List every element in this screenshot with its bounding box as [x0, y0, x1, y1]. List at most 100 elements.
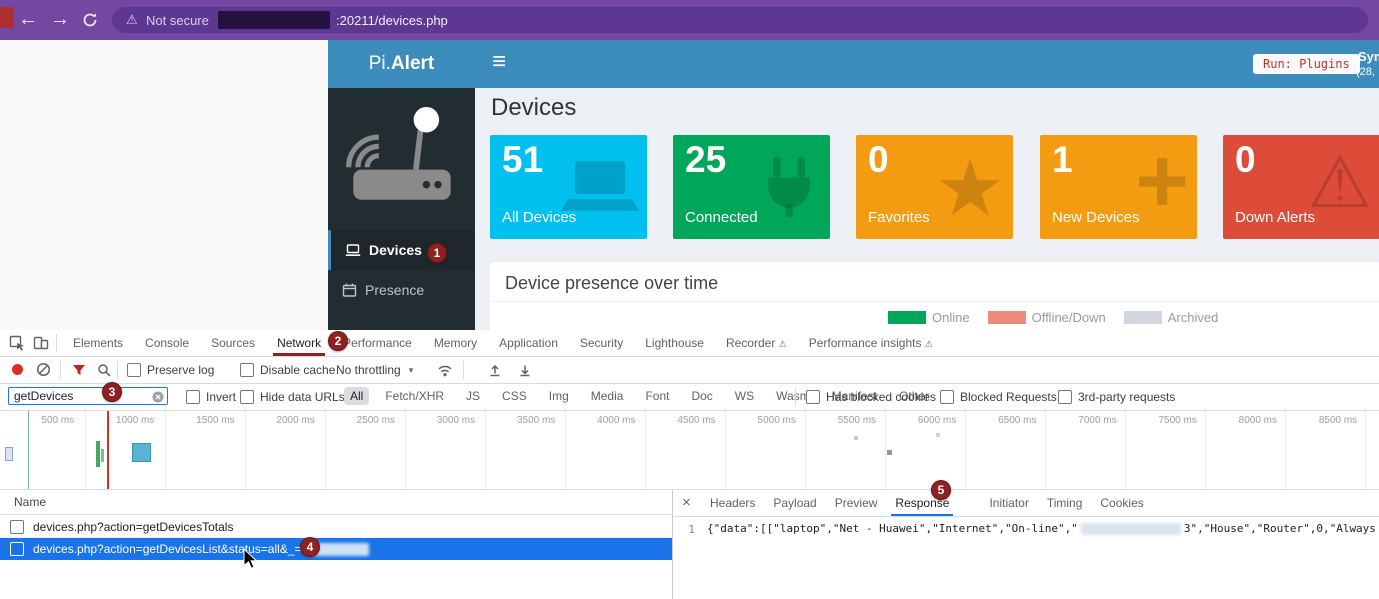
import-har-button[interactable]: [518, 363, 532, 382]
tab-lighthouse[interactable]: Lighthouse: [634, 330, 715, 356]
response-content-line: {"data":[["laptop","Net - Huawei","Inter…: [707, 522, 1379, 535]
hamburger-menu-icon[interactable]: ≡: [492, 48, 506, 76]
tab-performance-insights[interactable]: Performance insights ⚠: [798, 330, 944, 356]
tab-timing[interactable]: Timing: [1038, 490, 1092, 516]
tab-cookies[interactable]: Cookies: [1091, 490, 1152, 516]
tab-network[interactable]: Network: [266, 330, 332, 356]
stat-value: 0: [868, 139, 889, 181]
type-filter-js[interactable]: JS: [460, 387, 486, 405]
redacted-response-value: [1081, 523, 1181, 535]
timeline-activity-dot: [936, 433, 940, 437]
sidebar-item-devices[interactable]: Devices: [328, 230, 475, 270]
not-secure-icon: ⚠: [126, 12, 138, 28]
disable-cache-checkbox[interactable]: Disable cache: [240, 363, 335, 377]
warning-icon: ⚠: [1307, 147, 1372, 219]
tab-console[interactable]: Console: [134, 330, 200, 356]
load-event-line: [107, 411, 109, 489]
timeline-label: 4000 ms: [561, 415, 641, 426]
tab-memory[interactable]: Memory: [423, 330, 488, 356]
response-viewer: 1 {"data":[["laptop","Net - Huawei","Int…: [673, 517, 1379, 599]
inspect-icon: [9, 335, 25, 351]
legend-swatch: [1124, 311, 1162, 324]
annotation-step-5: 5: [931, 480, 951, 500]
line-number: 1: [673, 523, 695, 536]
sidebar-item-presence[interactable]: Presence: [328, 270, 475, 310]
type-filter-media[interactable]: Media: [585, 387, 630, 405]
stat-card-favorites[interactable]: 0 Favorites ★: [856, 135, 1013, 239]
tab-application[interactable]: Application: [488, 330, 569, 356]
tab-sources[interactable]: Sources: [200, 330, 266, 356]
checkbox-box: [806, 390, 820, 404]
clear-icon: [36, 362, 51, 377]
type-filter-img[interactable]: Img: [543, 387, 575, 405]
screenshot-root: ← → ⚠ Not secure :20211/devices.php Pi.A…: [0, 0, 1379, 599]
preserve-log-checkbox[interactable]: Preserve log: [127, 363, 214, 377]
clear-input-icon: [152, 391, 164, 403]
network-overview-timeline[interactable]: 500 ms 1000 ms 1500 ms 2000 ms 2500 ms 3…: [0, 411, 1379, 490]
clear-button[interactable]: [36, 362, 51, 382]
detail-tabs: Headers Payload Preview Response Initiat…: [701, 490, 1153, 516]
type-filter-font[interactable]: Font: [639, 387, 675, 405]
tab-initiator[interactable]: Initiator: [980, 490, 1037, 516]
refresh-button[interactable]: [82, 12, 98, 33]
network-conditions-button[interactable]: [437, 363, 453, 382]
tab-security[interactable]: Security: [569, 330, 634, 356]
type-filter-fetch-xhr[interactable]: Fetch/XHR: [379, 387, 450, 405]
type-filter-all[interactable]: All: [344, 387, 369, 405]
blocked-requests-checkbox[interactable]: Blocked Requests: [940, 390, 1057, 404]
selected-tab-underline: [891, 514, 953, 516]
filter-toggle-button[interactable]: [72, 363, 86, 382]
divider: [60, 361, 61, 379]
router-logo-icon: [344, 100, 460, 221]
stat-label: Connected: [685, 209, 758, 226]
timeline-label: 5000 ms: [722, 415, 802, 426]
address-bar[interactable]: ⚠ Not secure :20211/devices.php: [112, 7, 1368, 33]
block-request-checkbox[interactable]: [10, 520, 24, 534]
inspect-element-button[interactable]: [9, 335, 25, 356]
close-pane-button[interactable]: ×: [682, 494, 691, 511]
page-title: Devices: [491, 94, 576, 122]
stat-value: 51: [502, 139, 543, 181]
back-button[interactable]: ←: [18, 9, 38, 29]
tab-recorder[interactable]: Recorder ⚠: [715, 330, 798, 356]
type-filter-ws[interactable]: WS: [729, 387, 760, 405]
third-party-requests-checkbox[interactable]: 3rd-party requests: [1058, 390, 1175, 404]
requests-grid-header[interactable]: Name: [0, 490, 672, 515]
stat-card-new-devices[interactable]: 1 New Devices +: [1040, 135, 1197, 239]
sidebar-item-label: Presence: [365, 282, 424, 298]
invert-checkbox[interactable]: Invert: [186, 390, 236, 404]
app-navbar: ≡ Run: Plugins Sym (28,: [475, 40, 1379, 88]
app-logo[interactable]: Pi.Alert: [328, 40, 475, 88]
tab-recorder-label: Recorder: [726, 336, 775, 350]
has-blocked-cookies-checkbox[interactable]: Has blocked cookies: [806, 390, 936, 404]
tab-elements[interactable]: Elements: [62, 330, 134, 356]
request-row[interactable]: devices.php?action=getDevicesTotals: [0, 516, 672, 538]
checkbox-box: [1058, 390, 1072, 404]
redacted-url-host: [218, 11, 330, 29]
type-filter-css[interactable]: CSS: [496, 387, 533, 405]
request-row-selected[interactable]: devices.php?action=getDevicesList&status…: [0, 538, 672, 560]
mouse-cursor: [243, 548, 259, 575]
tab-payload[interactable]: Payload: [764, 490, 825, 516]
throttling-select[interactable]: No throttling ▾: [336, 363, 413, 377]
hide-data-urls-checkbox[interactable]: Hide data URLs: [240, 390, 345, 404]
run-plugins-button[interactable]: Run: Plugins: [1253, 54, 1360, 74]
divider: [117, 361, 118, 379]
type-filter-doc[interactable]: Doc: [685, 387, 718, 405]
clear-filter-button[interactable]: [152, 390, 164, 408]
tab-preview[interactable]: Preview: [826, 490, 887, 516]
stat-card-connected[interactable]: 25 Connected: [673, 135, 830, 239]
stat-card-down-alerts[interactable]: 0 Down Alerts ⚠: [1223, 135, 1379, 239]
tab-headers[interactable]: Headers: [701, 490, 764, 516]
device-toolbar-button[interactable]: [33, 335, 49, 356]
forward-button[interactable]: →: [50, 9, 70, 29]
export-har-button[interactable]: [488, 363, 502, 382]
timeline-label: 6500 ms: [962, 415, 1042, 426]
stat-card-all-devices[interactable]: 51 All Devices: [490, 135, 647, 239]
block-request-checkbox[interactable]: [10, 542, 24, 556]
search-button[interactable]: [97, 363, 111, 382]
network-filter-input[interactable]: [8, 387, 168, 405]
annotation-step-3: 3: [102, 382, 122, 402]
record-button[interactable]: [12, 364, 23, 375]
request-name: devices.php?action=getDevicesList&status…: [33, 542, 302, 556]
